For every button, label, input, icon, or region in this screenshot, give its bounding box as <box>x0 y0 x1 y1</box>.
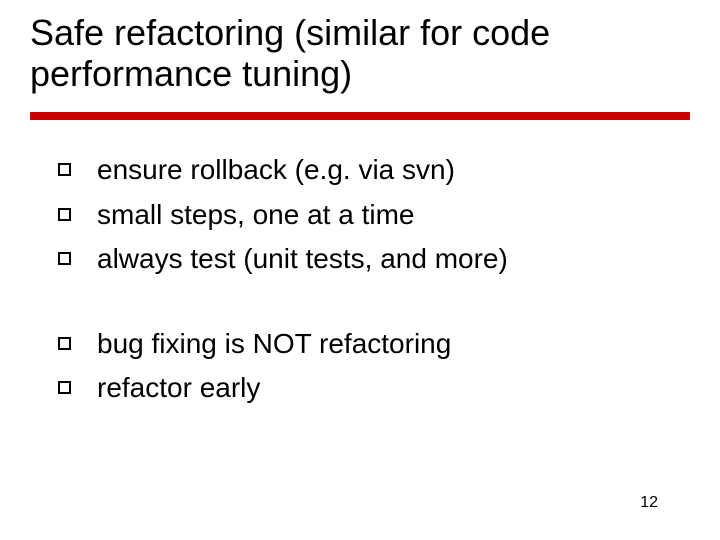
square-bullet-icon <box>58 337 71 350</box>
square-bullet-icon <box>58 208 71 221</box>
list-item: always test (unit tests, and more) <box>58 239 680 280</box>
slide-body: ensure rollback (e.g. via svn) small ste… <box>58 150 680 413</box>
list-item: refactor early <box>58 368 680 409</box>
square-bullet-icon <box>58 381 71 394</box>
list-item: small steps, one at a time <box>58 195 680 236</box>
list-item-text: bug fixing is NOT refactoring <box>97 324 680 365</box>
slide-title: Safe refactoring (similar for code perfo… <box>30 12 690 95</box>
list-item-text: always test (unit tests, and more) <box>97 239 680 280</box>
list-item: ensure rollback (e.g. via svn) <box>58 150 680 191</box>
title-underline <box>30 112 690 120</box>
list-item: bug fixing is NOT refactoring <box>58 324 680 365</box>
list-item-text: ensure rollback (e.g. via svn) <box>97 150 680 191</box>
square-bullet-icon <box>58 252 71 265</box>
slide: Safe refactoring (similar for code perfo… <box>0 0 720 540</box>
square-bullet-icon <box>58 163 71 176</box>
page-number: 12 <box>640 494 658 512</box>
list-item-text: small steps, one at a time <box>97 195 680 236</box>
spacer <box>58 284 680 324</box>
list-item-text: refactor early <box>97 368 680 409</box>
